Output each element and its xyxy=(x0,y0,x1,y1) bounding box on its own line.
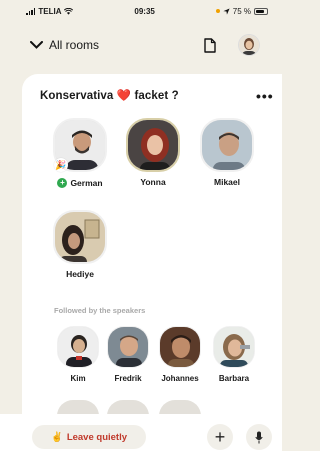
avatar xyxy=(200,118,254,172)
listener-name-barbara: Barbara xyxy=(218,374,250,383)
party-reaction-icon: 🎉 xyxy=(54,158,68,172)
listener-kim[interactable]: Kim xyxy=(53,326,103,386)
avatar xyxy=(159,326,201,368)
battery-icon xyxy=(254,7,268,15)
listener-name-johannes: Johannes xyxy=(161,374,199,383)
speaker-name-yonna: Yonna xyxy=(140,177,166,187)
microphone-button[interactable] xyxy=(246,424,272,450)
avatar xyxy=(57,326,99,368)
signal-icon xyxy=(26,7,36,15)
speaker-name-hediye: Hediye xyxy=(66,269,94,279)
status-bar: TELIA 09:35 75 % xyxy=(0,0,274,22)
avatar-johannes-image xyxy=(160,327,200,367)
document-icon[interactable] xyxy=(204,37,216,53)
status-time: 09:35 xyxy=(134,6,155,16)
speaker-german[interactable]: 🎉 + German xyxy=(50,118,110,190)
avatar-barbara-image xyxy=(214,327,254,367)
listener-name-fredrik: Fredrik xyxy=(114,374,142,383)
plus-icon: + xyxy=(214,427,226,447)
top-nav: All rooms xyxy=(0,28,274,62)
moderator-badge-icon: + xyxy=(57,178,68,188)
listener-johannes[interactable]: Johannes xyxy=(155,326,205,386)
avatar xyxy=(107,326,149,368)
avatar-yonna-image xyxy=(128,120,178,170)
more-options-button[interactable]: ••• xyxy=(256,88,274,104)
status-right: 75 % xyxy=(215,6,268,16)
avatar-speaking xyxy=(126,118,180,172)
room-header: Konservativa ❤️ facket ? xyxy=(40,88,278,102)
avatar-fredrik-image xyxy=(108,327,148,367)
recording-dot-icon xyxy=(215,9,220,13)
wifi-icon xyxy=(64,7,74,15)
status-left: TELIA xyxy=(26,6,74,16)
speaker-hediye[interactable]: Hediye xyxy=(50,210,110,282)
nav-actions xyxy=(204,34,260,56)
leave-quietly-label: Leave quietly xyxy=(66,431,128,443)
avatar-hediye-image xyxy=(55,212,105,262)
leave-quietly-button[interactable]: ✌️ Leave quietly xyxy=(32,425,146,449)
avatar xyxy=(53,210,107,264)
speaker-name-german: German xyxy=(70,178,103,188)
chevron-down-icon xyxy=(30,41,43,49)
profile-avatar[interactable] xyxy=(238,34,260,56)
speaker-name: Mikael xyxy=(214,177,240,187)
speaker-yonna[interactable]: Yonna xyxy=(123,118,183,190)
avatar-mikael-image xyxy=(202,120,252,170)
speaker-mikael[interactable]: Mikael xyxy=(197,118,257,190)
add-button[interactable]: + xyxy=(207,424,233,450)
all-rooms-button[interactable]: All rooms xyxy=(30,38,99,52)
speaker-name: Yonna xyxy=(140,177,165,187)
peace-hand-icon: ✌️ xyxy=(50,431,63,443)
microphone-icon xyxy=(255,431,263,443)
room-title: Konservativa ❤️ facket ? xyxy=(40,90,179,102)
speaker-name: + German xyxy=(57,178,103,188)
profile-avatar-image xyxy=(239,35,259,55)
all-rooms-label: All rooms xyxy=(49,38,100,52)
listener-name: Kim xyxy=(70,374,85,383)
speaker-name-mikael: Mikael xyxy=(214,177,240,187)
speaker-name: Hediye xyxy=(66,269,94,279)
listener-fredrik[interactable]: Fredrik xyxy=(103,326,153,386)
battery-percent: 75 % xyxy=(232,6,251,16)
followed-by-speakers-label: Followed by the speakers xyxy=(54,306,146,315)
listener-name: Barbara xyxy=(219,374,249,383)
location-arrow-icon xyxy=(223,7,230,15)
avatar xyxy=(213,326,255,368)
listener-name: Johannes xyxy=(161,374,198,383)
listener-name: Fredrik xyxy=(114,374,141,383)
carrier-label: TELIA xyxy=(38,6,62,16)
listener-name-kim: Kim xyxy=(70,374,86,383)
avatar-kim-image xyxy=(58,327,98,367)
listener-barbara[interactable]: Barbara xyxy=(209,326,259,386)
